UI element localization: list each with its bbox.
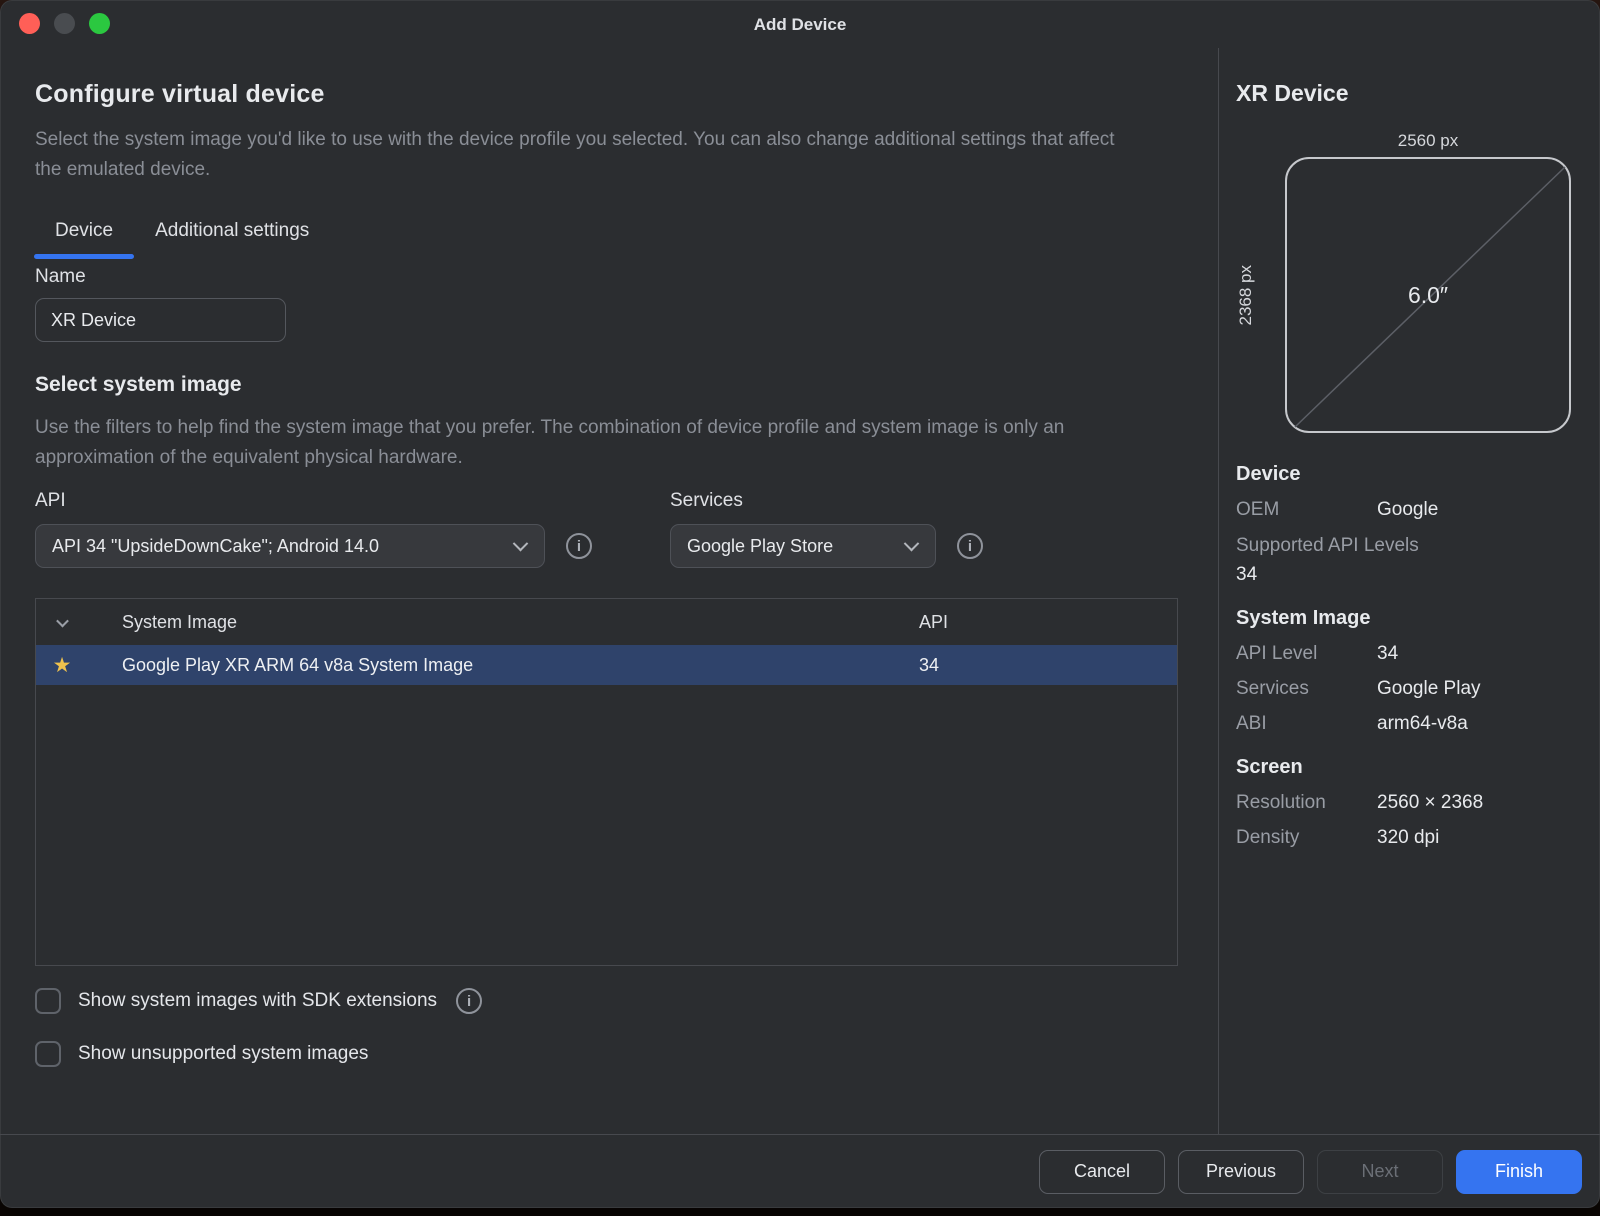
detail-value: arm64-v8a [1377,713,1468,735]
chevron-down-icon [904,535,920,551]
minimize-window-icon [54,13,75,34]
select-system-image-heading: Select system image [35,373,1178,397]
sdk-extensions-info-icon[interactable]: i [456,988,482,1014]
name-input[interactable] [35,298,286,342]
detail-value: 34 [1377,643,1398,665]
services-filter-label: Services [670,490,983,512]
zoom-window-icon[interactable] [89,13,110,34]
star-icon[interactable]: ★ [53,655,72,676]
tab-bar: Device Additional settings [34,212,1178,259]
system-image-name: Google Play XR ARM 64 v8a System Image [88,655,919,676]
column-header-system-image[interactable]: System Image [88,612,919,633]
info-glyph: i [968,538,972,555]
api-filter-label: API [35,490,592,512]
chevron-down-icon [513,535,529,551]
tab-device[interactable]: Device [34,212,134,259]
detail-value: Google [1377,499,1438,521]
device-name-heading: XR Device [1236,80,1580,107]
sdk-extensions-option: Show system images with SDK extensions i [35,988,1178,1014]
services-dropdown[interactable]: Google Play Store [670,524,936,568]
finish-button[interactable]: Finish [1456,1150,1582,1194]
detail-value: 320 dpi [1377,827,1439,849]
title-bar: Add Device [0,0,1600,48]
window-title: Add Device [0,0,1600,50]
screen-diagonal-size: 6.0″ [1287,159,1569,431]
tab-additional-settings-label: Additional settings [155,220,309,241]
screen-outline: 6.0″ [1285,157,1571,433]
screen-height-label: 2368 px [1236,265,1278,326]
info-glyph: i [467,993,471,1010]
column-header-api[interactable]: API [919,612,1177,633]
detail-value: 2560 × 2368 [1377,792,1483,814]
sdk-extensions-checkbox[interactable] [35,988,61,1014]
page-description: Select the system image you'd like to us… [35,125,1125,185]
dialog-footer: Cancel Previous Next Finish [0,1134,1600,1208]
device-summary-panel: XR Device 2560 px 2368 px 6.0″ Device OE… [1218,48,1600,1134]
screen-diagram: 2560 px 2368 px 6.0″ [1236,131,1580,433]
previous-button[interactable]: Previous [1178,1150,1304,1194]
unsupported-images-option: Show unsupported system images [35,1041,1178,1067]
api-info-icon[interactable]: i [566,533,592,559]
add-device-dialog: Add Device Configure virtual device Sele… [0,0,1600,1208]
detail-row-resolution: Resolution 2560 × 2368 [1236,792,1580,814]
traffic-lights [19,13,110,34]
chevron-down-icon [56,614,69,627]
detail-row-oem: OEM Google [1236,499,1580,521]
system-image-api: 34 [919,655,1177,676]
detail-row-abi: ABI arm64-v8a [1236,713,1580,735]
api-dropdown-value: API 34 "UpsideDownCake"; Android 14.0 [52,536,379,557]
screen-width-label: 2560 px [1285,131,1571,151]
close-window-icon[interactable] [19,13,40,34]
detail-label: API Level [1236,643,1377,665]
info-glyph: i [577,538,581,555]
dialog-body: Configure virtual device Select the syst… [0,48,1600,1134]
table-row[interactable]: ★ Google Play XR ARM 64 v8a System Image… [36,645,1177,685]
detail-row-api-level: API Level 34 [1236,643,1580,665]
unsupported-images-label: Show unsupported system images [78,1043,368,1065]
section-title-system-image: System Image [1236,607,1580,630]
detail-row-services: Services Google Play [1236,678,1580,700]
system-image-table: System Image API ★ Google Play XR ARM 64… [35,598,1178,966]
api-dropdown[interactable]: API 34 "UpsideDownCake"; Android 14.0 [35,524,545,568]
services-info-icon[interactable]: i [957,533,983,559]
page-title: Configure virtual device [35,80,1178,109]
detail-label: OEM [1236,499,1377,521]
detail-label-supported-api: Supported API Levels [1236,535,1580,557]
unsupported-images-checkbox[interactable] [35,1041,61,1067]
detail-label: Density [1236,827,1377,849]
detail-value-supported-api: 34 [1236,564,1580,586]
section-title-screen: Screen [1236,756,1580,779]
section-title-device: Device [1236,463,1580,486]
select-system-image-description: Use the filters to help find the system … [35,413,1125,473]
name-label: Name [35,266,1178,288]
detail-row-density: Density 320 dpi [1236,827,1580,849]
detail-label: ABI [1236,713,1377,735]
tab-additional-settings[interactable]: Additional settings [134,212,330,259]
detail-label: Services [1236,678,1377,700]
main-content: Configure virtual device Select the syst… [0,48,1218,1134]
next-button: Next [1317,1150,1443,1194]
services-filter-group: Services Google Play Store i [670,490,983,568]
api-filter-group: API API 34 "UpsideDownCake"; Android 14.… [35,490,592,568]
cancel-button[interactable]: Cancel [1039,1150,1165,1194]
sort-indicator[interactable] [36,618,88,627]
tab-device-label: Device [55,220,113,241]
sdk-extensions-label: Show system images with SDK extensions [78,990,437,1012]
detail-label: Resolution [1236,792,1377,814]
services-dropdown-value: Google Play Store [687,536,833,557]
table-header: System Image API [36,599,1177,645]
detail-value: Google Play [1377,678,1481,700]
filter-bar: API API 34 "UpsideDownCake"; Android 14.… [35,490,1178,568]
